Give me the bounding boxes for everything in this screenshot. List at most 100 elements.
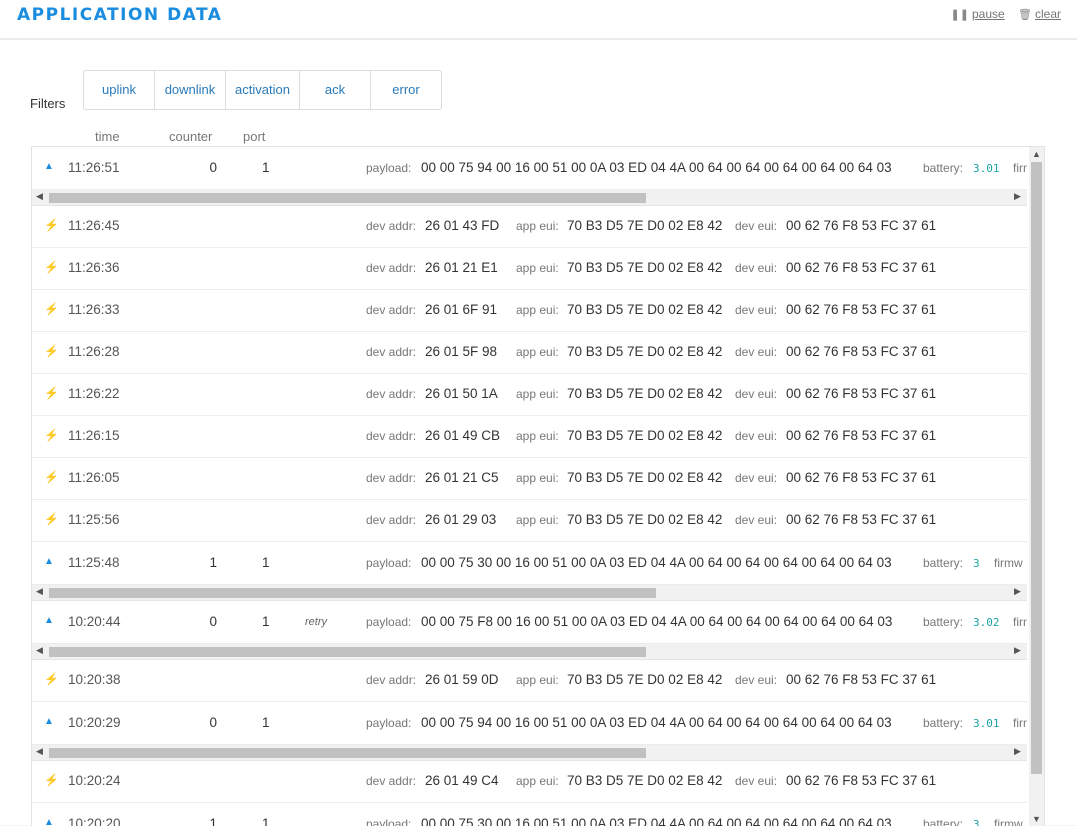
app-eui-value: 70 B3 D5 7E D0 02 E8 42: [567, 386, 723, 401]
activation-row[interactable]: ⚡ 11:26:33 dev addr: 26 01 6F 91 app eui: 70 …: [32, 290, 1027, 332]
panel-header: APPLICATION DATA ❚❚ pause 🗑 clear: [0, 0, 1077, 40]
lightning-bolt-icon: ⚡: [44, 386, 59, 400]
uplink-row[interactable]: ▲ 11:25:48 1 1 payload: 00 00 75 30 00 16 00 …: [32, 542, 1027, 585]
horizontal-scrollbar[interactable]: ◀ ▶: [32, 585, 1027, 601]
payload-value: 00 00 75 94 00 16 00 51 00 0A 03 ED 04 4…: [421, 715, 892, 730]
uplink-row[interactable]: ▲ 10:20:29 0 1 payload: 00 00 75 94 00 16 00 …: [32, 702, 1027, 745]
activation-row[interactable]: ⚡ 11:26:22 dev addr: 26 01 50 1A app eui: 70 …: [32, 374, 1027, 416]
dev-eui-label: dev eui:: [735, 471, 778, 485]
dev-addr-label: dev addr:: [366, 774, 417, 788]
scroll-left-arrow-icon[interactable]: ◀: [36, 586, 43, 597]
row-time: 11:25:56: [68, 512, 120, 527]
scroll-right-arrow-icon[interactable]: ▶: [1014, 191, 1021, 202]
row-counter: 0: [209, 715, 217, 730]
scroll-up-arrow-icon[interactable]: ▲: [1032, 149, 1041, 159]
lightning-bolt-icon: ⚡: [44, 428, 59, 442]
filter-downlink-button[interactable]: downlink: [155, 71, 226, 109]
lightning-bolt-icon: ⚡: [44, 672, 59, 686]
pause-button[interactable]: pause: [972, 7, 1005, 21]
row-port: 1: [262, 614, 270, 629]
uplink-row[interactable]: ▲ 10:20:20 1 1 payload: 00 00 75 30 00 16 00 …: [32, 803, 1027, 826]
column-header-port[interactable]: port: [243, 129, 265, 144]
horizontal-scroll-thumb[interactable]: [49, 588, 656, 598]
dev-addr-label: dev addr:: [366, 261, 417, 275]
filter-error-button[interactable]: error: [371, 71, 441, 109]
activation-row[interactable]: ⚡ 10:20:24 dev addr: 26 01 49 C4 app eui: 70 …: [32, 761, 1027, 803]
uplink-row[interactable]: ▲ 10:20:44 0 1 retry payload: 00 00 75 F8 00 1…: [32, 601, 1027, 644]
activation-row[interactable]: ⚡ 11:26:15 dev addr: 26 01 49 CB app eui: 70 …: [32, 416, 1027, 458]
battery-label: battery:: [923, 716, 964, 730]
triangle-up-icon[interactable]: ▲: [44, 716, 54, 727]
dev-eui-value: 00 62 76 F8 53 FC 37 61: [786, 302, 937, 317]
row-time: 11:26:36: [68, 260, 120, 275]
app-eui-value: 70 B3 D5 7E D0 02 E8 42: [567, 672, 723, 687]
firmware-label: firmw: [994, 556, 1023, 570]
vertical-scroll-thumb[interactable]: [1031, 162, 1042, 774]
row-time: 10:20:29: [68, 715, 121, 730]
scroll-left-arrow-icon[interactable]: ◀: [36, 191, 43, 202]
filter-uplink-button[interactable]: uplink: [84, 71, 155, 109]
triangle-up-icon[interactable]: ▲: [44, 161, 54, 172]
activation-row[interactable]: ⚡ 11:25:56 dev addr: 26 01 29 03 app eui: 70 …: [32, 500, 1027, 542]
horizontal-scrollbar[interactable]: ◀ ▶: [32, 190, 1027, 206]
clear-button[interactable]: clear: [1035, 7, 1061, 21]
dev-addr-value: 26 01 50 1A: [425, 386, 498, 401]
app-eui-value: 70 B3 D5 7E D0 02 E8 42: [567, 512, 723, 527]
horizontal-scroll-thumb[interactable]: [49, 193, 646, 203]
battery-value: 3: [973, 557, 980, 570]
application-data-panel: APPLICATION DATA ❚❚ pause 🗑 clear Filters …: [0, 0, 1077, 826]
scroll-down-arrow-icon[interactable]: ▼: [1032, 814, 1041, 824]
row-port: 1: [262, 160, 270, 175]
dev-addr-value: 26 01 21 C5: [425, 470, 499, 485]
filter-activation-button[interactable]: activation: [226, 71, 300, 109]
payload-label: payload:: [366, 556, 412, 570]
dev-eui-label: dev eui:: [735, 345, 778, 359]
dev-eui-value: 00 62 76 F8 53 FC 37 61: [786, 386, 937, 401]
app-eui-label: app eui:: [516, 513, 559, 527]
uplink-row[interactable]: ▲ 11:26:51 0 1 payload: 00 00 75 94 00 16 00 …: [32, 147, 1027, 190]
panel-title: APPLICATION DATA: [17, 5, 223, 25]
dev-eui-label: dev eui:: [735, 387, 778, 401]
dev-eui-value: 00 62 76 F8 53 FC 37 61: [786, 470, 937, 485]
scroll-left-arrow-icon[interactable]: ◀: [36, 645, 43, 656]
filter-ack-button[interactable]: ack: [300, 71, 371, 109]
battery-value: 3.01: [973, 162, 1000, 175]
horizontal-scrollbar[interactable]: ◀ ▶: [32, 745, 1027, 761]
payload-value: 00 00 75 30 00 16 00 51 00 0A 03 ED 04 4…: [421, 555, 892, 570]
firmware-label: firm: [1013, 615, 1027, 629]
activation-row[interactable]: ⚡ 11:26:45 dev addr: 26 01 43 FD app eui: 70 …: [32, 206, 1027, 248]
battery-label: battery:: [923, 556, 964, 570]
dev-eui-label: dev eui:: [735, 673, 778, 687]
dev-addr-value: 26 01 21 E1: [425, 260, 498, 275]
row-time: 11:26:05: [68, 470, 120, 485]
horizontal-scroll-thumb[interactable]: [49, 748, 646, 758]
column-header-counter[interactable]: counter: [169, 129, 212, 144]
app-eui-value: 70 B3 D5 7E D0 02 E8 42: [567, 428, 723, 443]
row-port: 1: [262, 715, 270, 730]
payload-label: payload:: [366, 615, 412, 629]
activation-row[interactable]: ⚡ 11:26:05 dev addr: 26 01 21 C5 app eui: 70 …: [32, 458, 1027, 500]
column-header-time[interactable]: time: [95, 129, 120, 144]
activation-row[interactable]: ⚡ 11:26:28 dev addr: 26 01 5F 98 app eui: 70 …: [32, 332, 1027, 374]
app-eui-value: 70 B3 D5 7E D0 02 E8 42: [567, 773, 723, 788]
horizontal-scroll-thumb[interactable]: [49, 647, 646, 657]
scroll-left-arrow-icon[interactable]: ◀: [36, 746, 43, 757]
pause-icon[interactable]: ❚❚: [951, 9, 969, 21]
activation-row[interactable]: ⚡ 11:26:36 dev addr: 26 01 21 E1 app eui: 70 …: [32, 248, 1027, 290]
dev-addr-value: 26 01 49 CB: [425, 428, 501, 443]
scroll-right-arrow-icon[interactable]: ▶: [1014, 645, 1021, 656]
activation-row[interactable]: ⚡ 10:20:38 dev addr: 26 01 59 0D app eui: 70 …: [32, 660, 1027, 702]
triangle-up-icon[interactable]: ▲: [44, 556, 54, 567]
row-counter: 0: [209, 614, 217, 629]
horizontal-scrollbar[interactable]: ◀ ▶: [32, 644, 1027, 660]
triangle-up-icon[interactable]: ▲: [44, 615, 54, 626]
header-actions: ❚❚ pause 🗑 clear: [951, 7, 1061, 21]
dev-addr-value: 26 01 49 C4: [425, 773, 499, 788]
battery-label: battery:: [923, 615, 964, 629]
vertical-scrollbar[interactable]: ▲ ▼: [1029, 147, 1044, 826]
trash-icon[interactable]: 🗑: [1018, 9, 1032, 21]
scroll-right-arrow-icon[interactable]: ▶: [1014, 746, 1021, 757]
row-counter: 0: [209, 160, 217, 175]
dev-eui-label: dev eui:: [735, 774, 778, 788]
scroll-right-arrow-icon[interactable]: ▶: [1014, 586, 1021, 597]
